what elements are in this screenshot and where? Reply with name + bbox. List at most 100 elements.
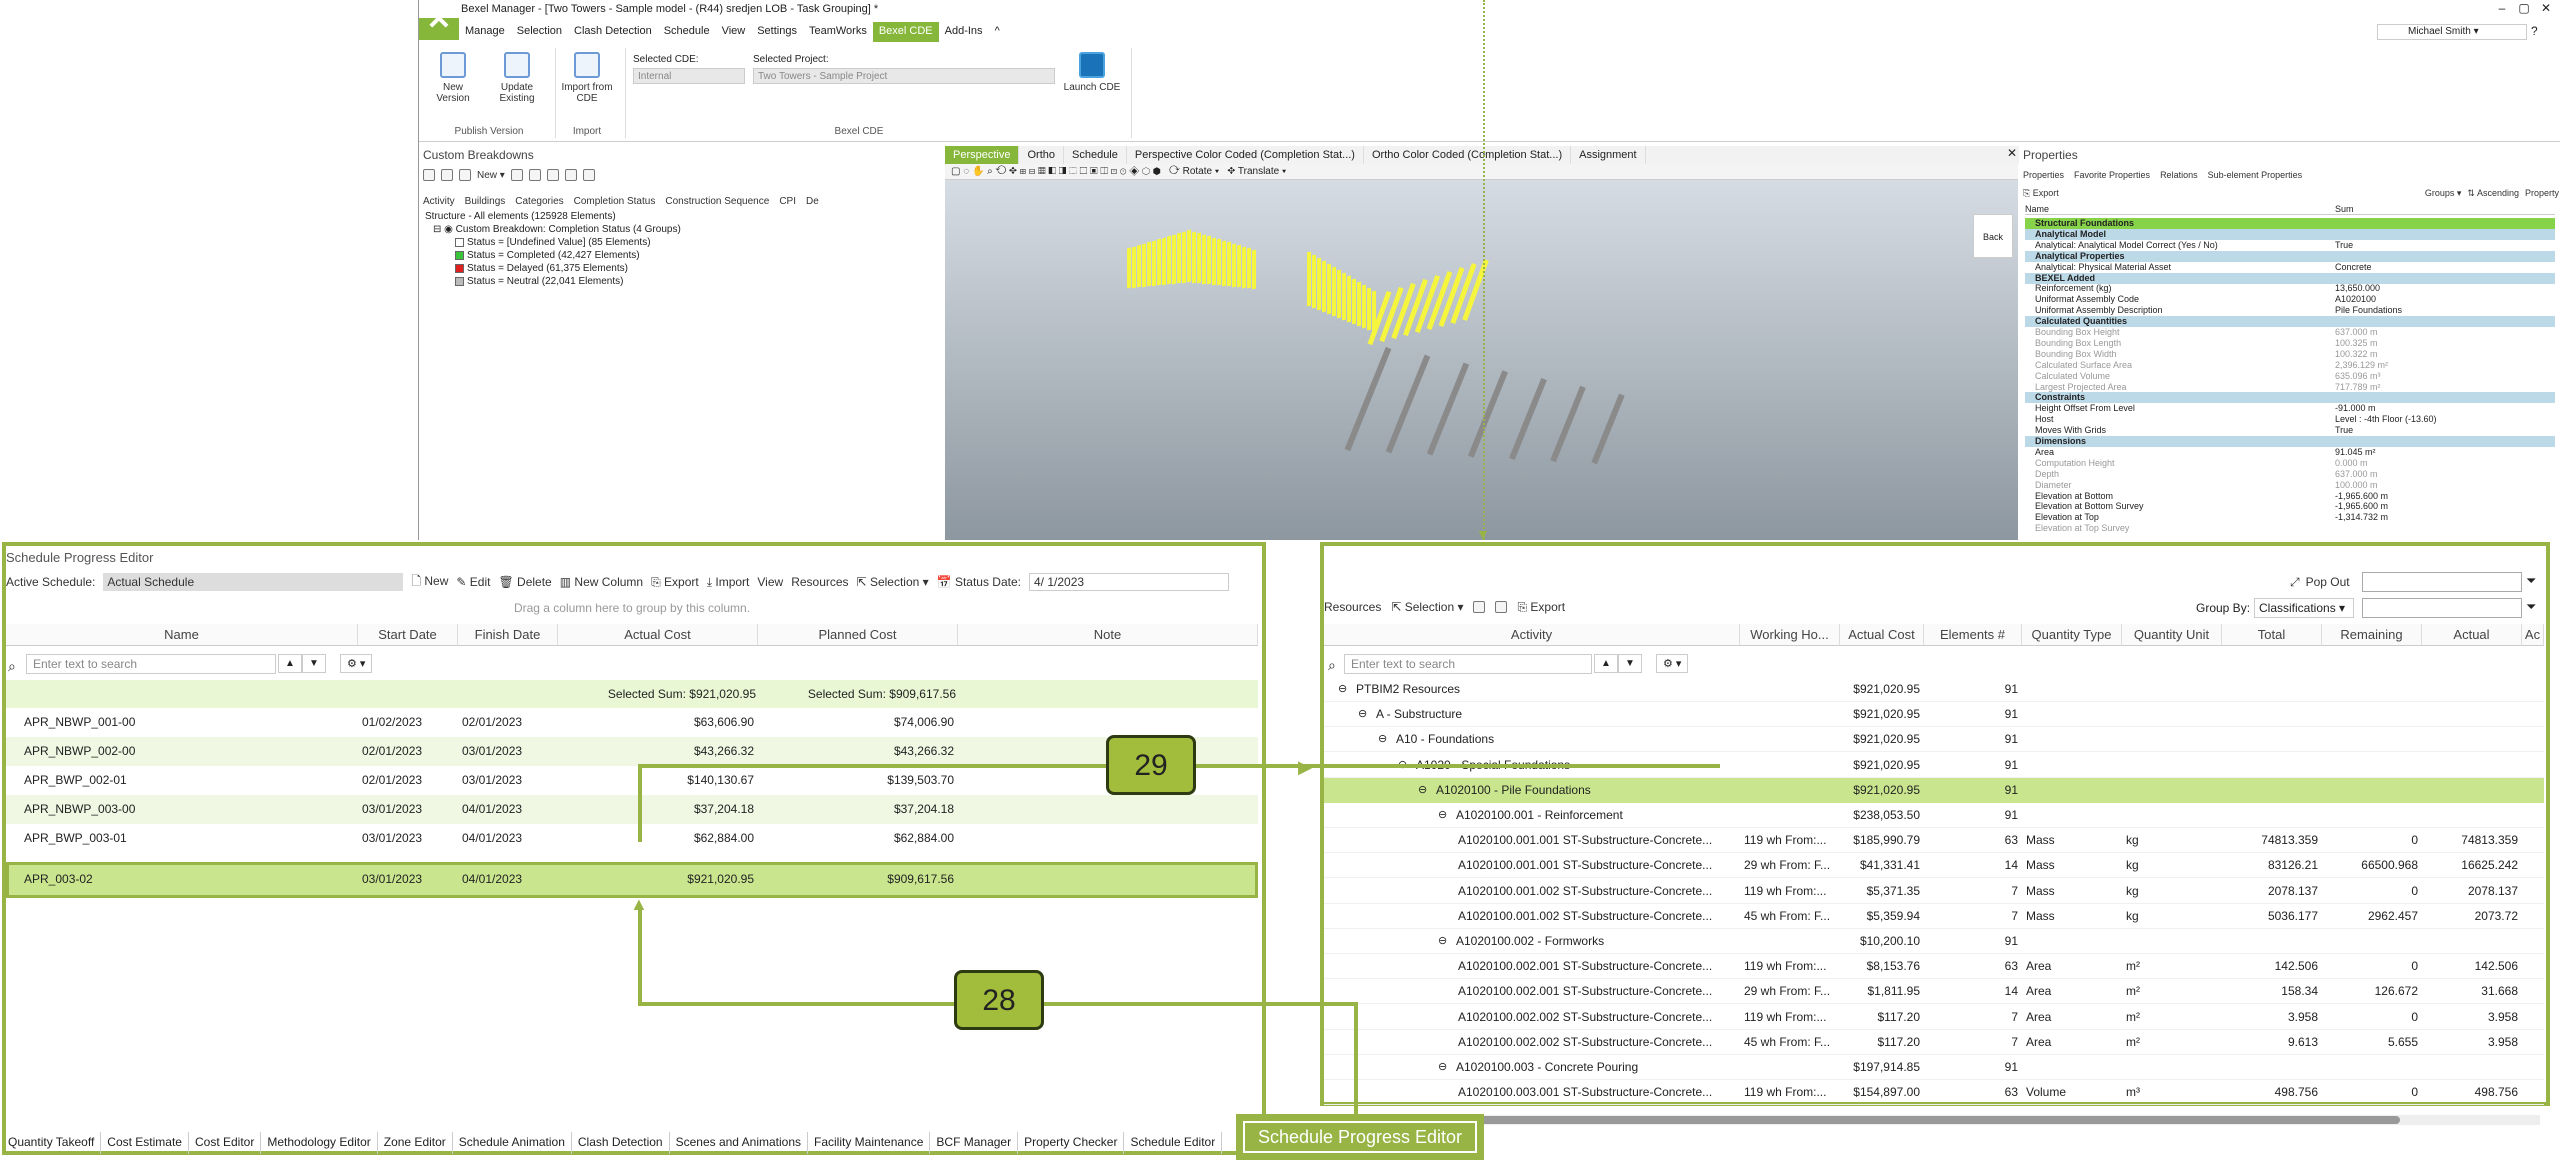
resources-selection-button[interactable]: ⇱ Selection ▾ <box>1391 600 1463 614</box>
pile-element-gray[interactable] <box>1344 346 1392 452</box>
property-row[interactable]: Reinforcement (kg) 13,650.000 <box>2025 283 2555 294</box>
rotate-label[interactable]: Rotate <box>1183 166 1212 177</box>
column-header[interactable]: Actual Cost <box>1840 624 1924 646</box>
column-header[interactable]: Activity <box>1324 624 1740 646</box>
minimize-icon[interactable]: – <box>2491 1 2513 15</box>
column-header[interactable]: Planned Cost <box>758 624 958 646</box>
column-header[interactable]: Quantity Type <box>2022 624 2122 646</box>
property-row[interactable]: Dimensions <box>2025 436 2555 447</box>
property-row[interactable]: Analytical: Physical Material Asset Concr… <box>2025 262 2555 273</box>
import-from-cde-button[interactable]: Import from CDE <box>559 52 615 104</box>
pile-element[interactable] <box>1322 260 1326 313</box>
pile-element[interactable] <box>1317 257 1321 311</box>
close-viewport-icon[interactable]: ✕ <box>2007 146 2017 160</box>
properties-tab[interactable]: Favorite Properties <box>2074 170 2150 180</box>
toolbar-icon[interactable] <box>528 169 541 181</box>
properties-tab[interactable]: Sub-element Properties <box>2208 170 2303 180</box>
resources-filter-input-2[interactable] <box>2362 598 2522 618</box>
pile-element[interactable] <box>1132 245 1136 289</box>
property-row[interactable]: Uniformat Assembly Code A1020100 <box>2025 294 2555 305</box>
property-row[interactable]: Area 91.045 m² <box>2025 447 2555 458</box>
3d-viewport[interactable]: ▢ ◌ ✋ ⌕ ⟲ ✥ ⊞ ⊟ ▦ ◧ ◨ ⬚ ☐ ▣ ◫ ⊡ ⊙ ◈ ⬡ ⬢ … <box>945 164 2018 540</box>
collapse-toggle-icon[interactable]: ⊖ <box>1438 803 1452 828</box>
column-header[interactable]: Actual <box>2422 624 2522 646</box>
pile-element[interactable] <box>1182 230 1186 284</box>
resources-label[interactable]: Resources <box>1324 600 1381 614</box>
pile-element[interactable] <box>1237 244 1241 288</box>
property-row[interactable]: Calculated Quantities <box>2025 316 2555 328</box>
translate-label[interactable]: Translate <box>1238 166 1279 177</box>
property-row[interactable]: Elevation at Top -1,314.732 m <box>2025 512 2555 523</box>
toolbar-icon[interactable] <box>423 169 435 181</box>
viewport-tab[interactable]: Assignment <box>1571 146 1646 164</box>
search-prev-button[interactable]: ▲ <box>278 654 302 673</box>
collapse-all-icon[interactable] <box>1495 601 1508 613</box>
property-row[interactable]: Elevation at Top Survey <box>2025 523 2555 534</box>
breakdown-tab[interactable]: Categories <box>515 196 563 207</box>
selected-project-combo[interactable]: Two Towers - Sample Project <box>753 68 1055 84</box>
property-row[interactable]: Computation Height 0.000 m <box>2025 458 2555 469</box>
property-row[interactable]: Uniformat Assembly Description Pile Found… <box>2025 305 2555 316</box>
menu-item[interactable]: Bexel CDE <box>872 22 939 42</box>
breakdown-tab[interactable]: Construction Sequence <box>665 196 769 207</box>
resources-filter-input[interactable] <box>2362 572 2522 592</box>
help-icon[interactable]: ? <box>2531 24 2538 38</box>
column-header[interactable]: Start Date <box>358 624 458 646</box>
property-row[interactable]: Calculated Volume 635.096 m³ <box>2025 371 2555 382</box>
pile-element[interactable] <box>1232 242 1236 288</box>
toolbar-icon[interactable] <box>441 169 453 181</box>
column-header[interactable]: Note <box>958 624 1258 646</box>
bottom-tab[interactable]: BCF Manager <box>930 1132 1019 1154</box>
group-by-combo[interactable]: Classifications ▾ <box>2254 598 2354 618</box>
filter-icon[interactable]: ⏷ <box>2526 573 2536 589</box>
properties-export-button[interactable]: ⎘ Export <box>2023 188 2059 199</box>
menu-item[interactable]: Manage <box>459 22 511 42</box>
menu-item[interactable]: TeamWorks <box>803 22 873 42</box>
horizontal-scrollbar[interactable] <box>1330 1115 2540 1125</box>
property-row[interactable]: Analytical Model <box>2025 228 2555 240</box>
view-cube[interactable]: Back <box>1973 214 2013 258</box>
close-icon[interactable]: ✕ <box>2535 1 2557 15</box>
import-button[interactable]: ⤓ Import <box>707 575 750 590</box>
user-dropdown[interactable]: Michael Smith ▾ <box>2377 24 2527 40</box>
pile-element[interactable] <box>1362 284 1366 329</box>
pile-element[interactable] <box>1162 236 1166 286</box>
pile-element-gray[interactable] <box>1385 354 1431 454</box>
pile-element[interactable] <box>1347 275 1351 323</box>
pile-element[interactable] <box>1187 229 1191 283</box>
selection-button[interactable]: ⇱ Selection ▾ <box>857 575 929 589</box>
bottom-tab[interactable]: Clash Detection <box>572 1132 670 1154</box>
property-row[interactable]: Analytical: Analytical Model Correct (Ye… <box>2025 240 2555 251</box>
property-row[interactable]: Moves With Grids True <box>2025 425 2555 436</box>
collapse-toggle-icon[interactable]: ⊖ <box>1358 702 1372 727</box>
pile-element[interactable] <box>1172 233 1176 285</box>
bottom-tab[interactable]: Quantity Takeoff <box>2 1132 102 1154</box>
pile-element[interactable] <box>1252 248 1256 290</box>
search-prev-button[interactable]: ▲ <box>1594 654 1618 673</box>
breakdown-item[interactable]: Status = Neutral (22,041 Elements) <box>425 275 681 288</box>
pile-element[interactable] <box>1147 241 1151 287</box>
column-header[interactable]: Remaining <box>2322 624 2422 646</box>
spe-search-input[interactable]: Enter text to search <box>26 654 276 674</box>
viewport-tab[interactable]: Ortho Color Coded (Completion Stat...) <box>1364 146 1572 164</box>
resources-button[interactable]: Resources <box>791 575 848 589</box>
property-row[interactable]: Largest Projected Area 717.789 m² <box>2025 382 2555 393</box>
delete-button[interactable]: 🗑 Delete <box>498 575 551 589</box>
breakdown-tab[interactable]: CPI <box>779 196 796 207</box>
column-header[interactable]: Actual Cost <box>558 624 758 646</box>
toolbar-icon[interactable] <box>459 169 471 181</box>
resources-export-button[interactable]: ⎘ Export <box>1517 600 1565 615</box>
pile-element[interactable] <box>1202 233 1206 285</box>
bottom-tab[interactable]: Scenes and Animations <box>670 1132 809 1154</box>
bottom-tab[interactable]: Cost Estimate <box>101 1132 189 1154</box>
active-schedule-field[interactable]: Actual Schedule <box>103 573 404 591</box>
bottom-tab[interactable]: Schedule Animation <box>453 1132 572 1154</box>
new-version-button[interactable]: New Version <box>425 52 481 104</box>
pile-element[interactable] <box>1177 232 1181 284</box>
property-row[interactable]: Elevation at Bottom -1,965.600 m <box>2025 491 2555 502</box>
expand-all-icon[interactable] <box>1473 601 1486 613</box>
menu-item[interactable]: Schedule <box>658 22 716 42</box>
properties-tab[interactable]: Relations <box>2160 170 2198 180</box>
pile-element[interactable] <box>1222 239 1226 287</box>
menu-item[interactable]: View <box>716 22 752 42</box>
